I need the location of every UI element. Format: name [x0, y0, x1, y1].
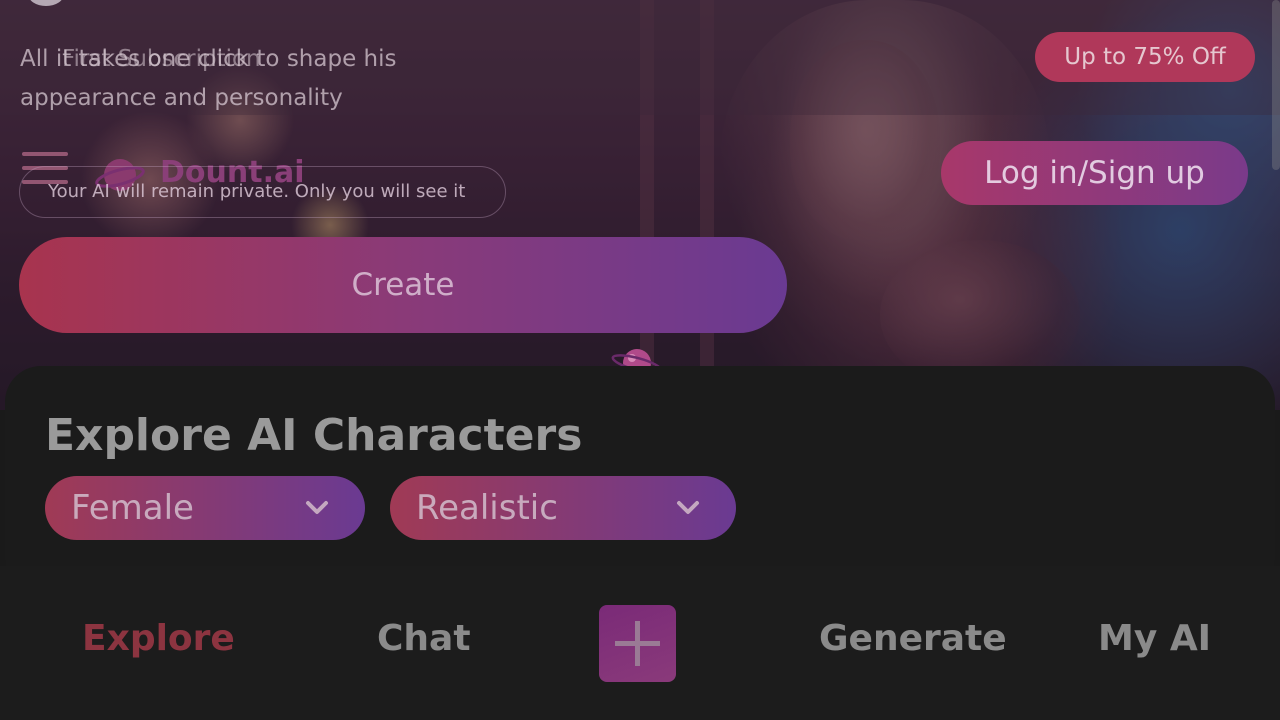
section-title: Explore AI Characters	[45, 410, 583, 461]
style-filter-dropdown[interactable]: Realistic	[390, 476, 736, 540]
gender-filter-label: Female	[71, 488, 194, 528]
privacy-note: Your AI will remain private. Only you wi…	[19, 166, 506, 218]
chevron-down-icon	[677, 501, 699, 514]
promo-overlay-text: First Subscription	[62, 46, 261, 72]
nav-explore[interactable]: Explore	[82, 618, 235, 659]
chevron-down-icon	[306, 501, 328, 514]
login-signup-button[interactable]: Log in/Sign up	[941, 141, 1248, 205]
nav-generate[interactable]: Generate	[819, 618, 1007, 659]
nav-my-ai[interactable]: My AI	[1098, 618, 1211, 659]
nav-chat[interactable]: Chat	[377, 618, 471, 659]
style-filter-label: Realistic	[416, 488, 558, 528]
plus-icon[interactable]	[599, 605, 676, 682]
app-screen: All it takes one click to shape his appe…	[0, 0, 1280, 720]
gender-filter-dropdown[interactable]: Female	[45, 476, 365, 540]
discount-badge-button[interactable]: Up to 75% Off	[1035, 32, 1255, 82]
scrollbar[interactable]	[1272, 0, 1280, 170]
create-button[interactable]: Create	[19, 237, 787, 333]
